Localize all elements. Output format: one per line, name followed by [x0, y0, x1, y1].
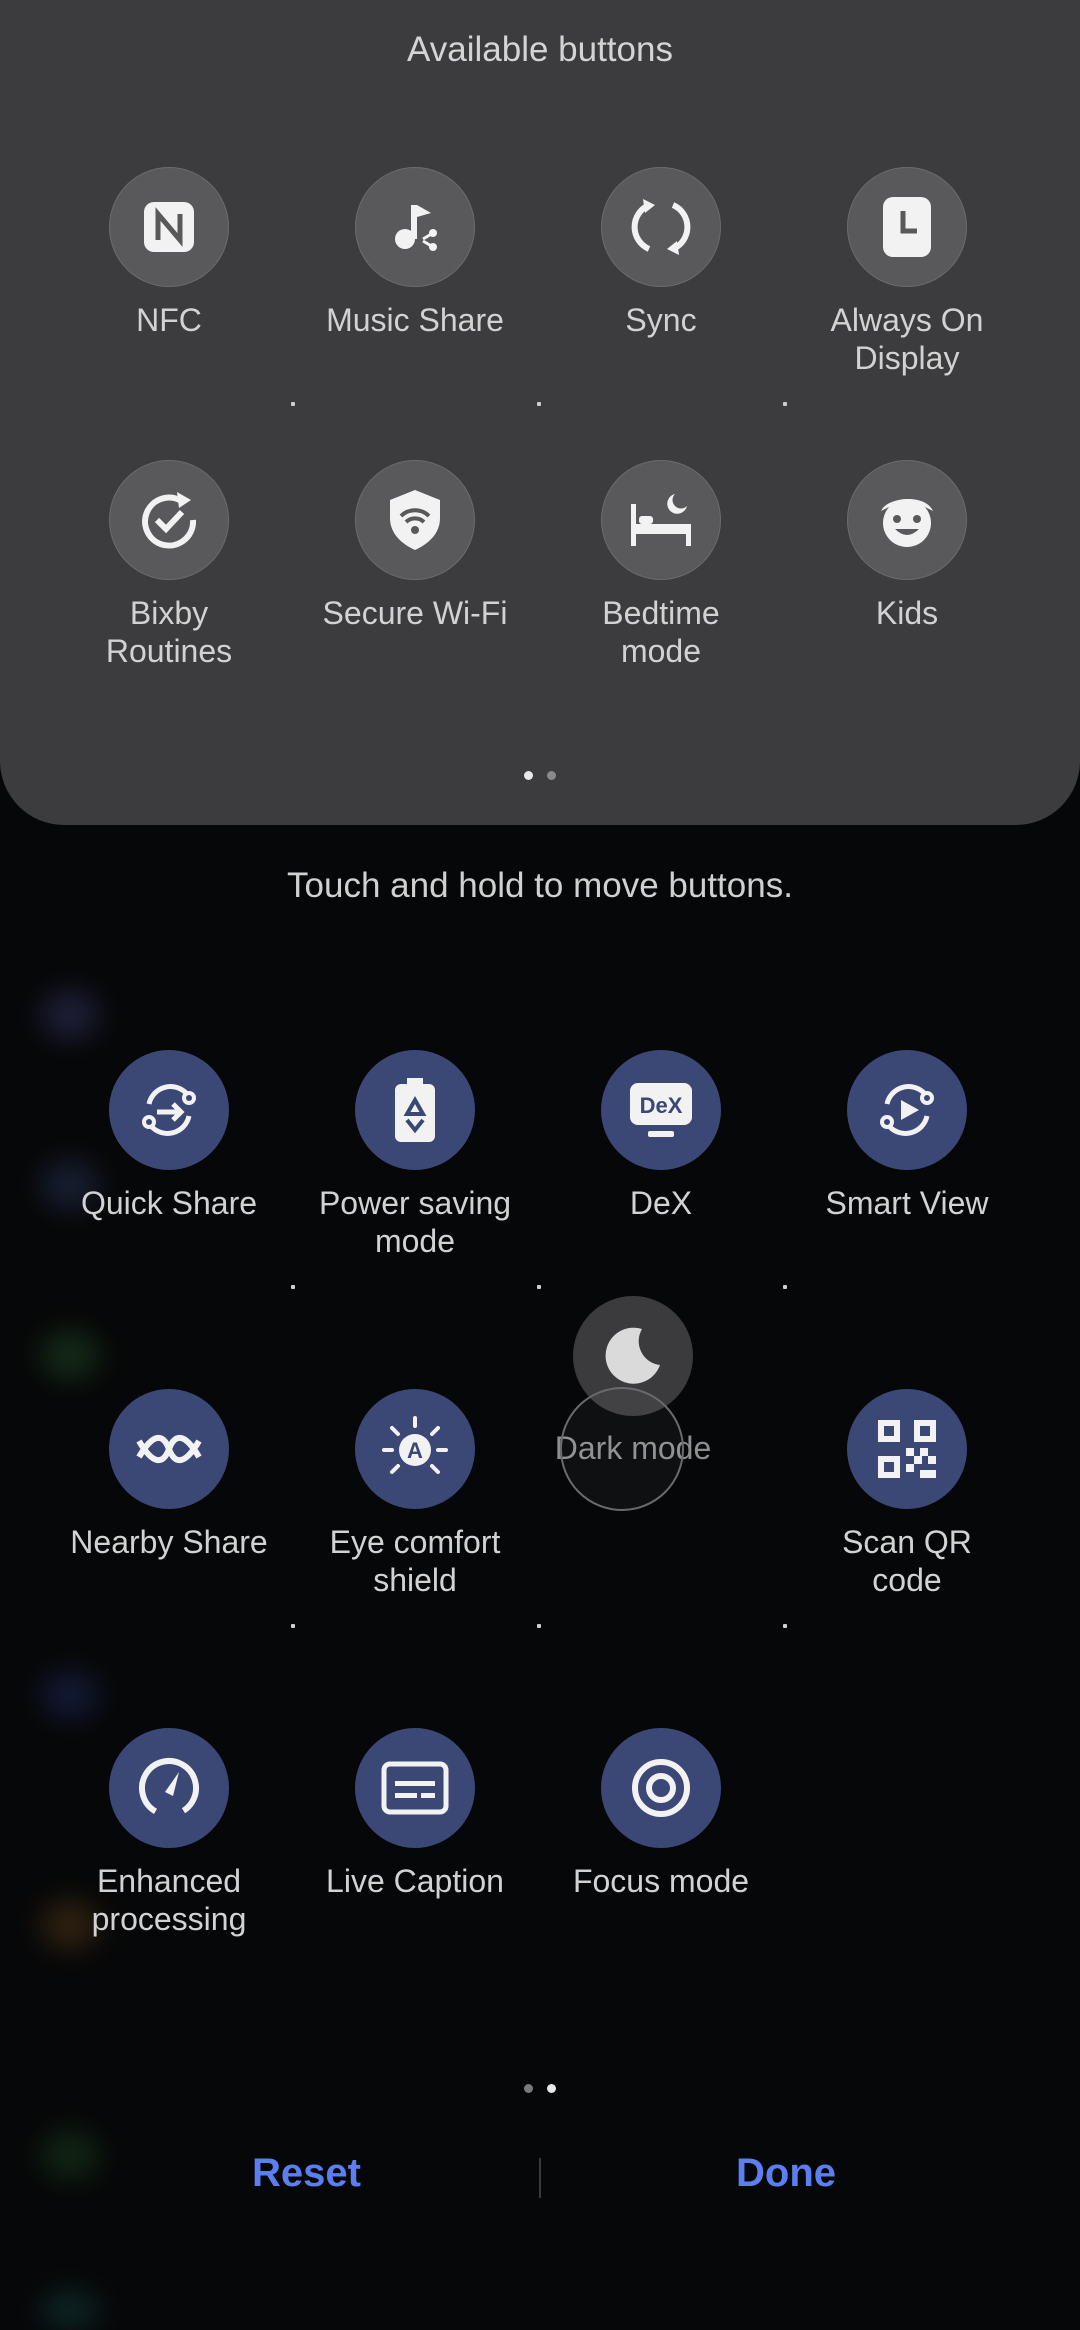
grid-separator — [537, 402, 541, 406]
dex-button[interactable]: DeX DeX — [538, 1050, 784, 1222]
live-caption-button[interactable]: Live Caption — [292, 1728, 538, 1900]
touch-indicator — [560, 1387, 684, 1511]
reset-button[interactable]: Reset — [246, 2150, 367, 2197]
sync-icon — [601, 167, 721, 287]
music-share-icon — [355, 167, 475, 287]
caption-icon — [355, 1728, 475, 1848]
eye-comfort-shield-button[interactable]: A Eye comfort shield — [292, 1389, 538, 1599]
button-label: Quick Share — [80, 1185, 258, 1221]
qr-code-icon — [847, 1389, 967, 1509]
grid-separator — [537, 1624, 541, 1628]
button-label: Scan QR code — [842, 1524, 972, 1598]
button-label: Kids — [875, 595, 939, 631]
nfc-icon — [109, 167, 229, 287]
sync-button[interactable]: Sync — [538, 167, 784, 339]
page-dot — [547, 771, 556, 780]
focus-mode-button[interactable]: Focus mode — [538, 1728, 784, 1900]
secure-wifi-icon — [355, 460, 475, 580]
battery-icon — [355, 1050, 475, 1170]
button-label: Bixby Routines — [105, 595, 233, 669]
page-dot — [524, 2084, 533, 2093]
kids-icon — [847, 460, 967, 580]
smart-view-icon — [847, 1050, 967, 1170]
page-dot-active — [524, 771, 533, 780]
bed-icon — [601, 460, 721, 580]
grid-separator — [291, 1285, 295, 1289]
button-label: Bedtime mode — [602, 595, 720, 669]
button-label: Sync — [625, 302, 697, 338]
available-buttons-panel: Available buttons NFC Music Share Sync A… — [0, 0, 1080, 825]
button-label: Nearby Share — [70, 1524, 268, 1560]
panel-page-indicator — [0, 771, 1080, 780]
button-label: Smart View — [825, 1185, 989, 1221]
quick-share-button[interactable]: Quick Share — [46, 1050, 292, 1222]
bedtime-mode-button[interactable]: Bedtime mode — [538, 460, 784, 670]
eye-comfort-icon: A — [355, 1389, 475, 1509]
power-saving-mode-button[interactable]: Power saving mode — [292, 1050, 538, 1260]
focus-icon — [601, 1728, 721, 1848]
dex-icon: DeX — [601, 1050, 721, 1170]
active-page-indicator — [0, 2084, 1080, 2093]
footer-divider — [539, 2158, 541, 2198]
button-label: Music Share — [326, 302, 504, 338]
button-label: Enhanced processing — [91, 1863, 247, 1937]
button-label: Secure Wi-Fi — [322, 595, 508, 631]
button-label: Power saving mode — [318, 1185, 512, 1259]
gauge-icon — [109, 1728, 229, 1848]
nearby-share-button[interactable]: Nearby Share — [46, 1389, 292, 1561]
music-share-button[interactable]: Music Share — [292, 167, 538, 339]
nearby-share-icon — [109, 1389, 229, 1509]
always-on-display-button[interactable]: Always On Display — [784, 167, 1030, 377]
grid-separator — [291, 402, 295, 406]
panel-title: Available buttons — [407, 30, 673, 69]
scan-qr-code-button[interactable]: Scan QR code — [784, 1389, 1030, 1599]
button-label: NFC — [136, 302, 202, 338]
svg-text:A: A — [407, 1438, 423, 1463]
button-label: DeX — [629, 1185, 693, 1221]
grid-separator — [783, 402, 787, 406]
nfc-button[interactable]: NFC — [46, 167, 292, 339]
grid-separator — [537, 1285, 541, 1289]
button-label: Focus mode — [572, 1863, 750, 1899]
instruction-text: Touch and hold to move buttons. — [287, 866, 793, 905]
bixby-routines-button[interactable]: Bixby Routines — [46, 460, 292, 670]
secure-wifi-button[interactable]: Secure Wi-Fi — [292, 460, 538, 632]
button-label: Eye comfort shield — [329, 1524, 501, 1598]
kids-button[interactable]: Kids — [784, 460, 1030, 632]
bixby-routines-icon — [109, 460, 229, 580]
page-dot-active — [547, 2084, 556, 2093]
button-label: Always On Display — [830, 302, 984, 376]
quick-share-icon — [109, 1050, 229, 1170]
grid-separator — [291, 1624, 295, 1628]
clock-icon — [847, 167, 967, 287]
grid-separator — [783, 1285, 787, 1289]
enhanced-processing-button[interactable]: Enhanced processing — [46, 1728, 292, 1938]
button-label: Live Caption — [326, 1863, 504, 1899]
grid-separator — [783, 1624, 787, 1628]
done-button[interactable]: Done — [730, 2150, 842, 2197]
smart-view-button[interactable]: Smart View — [784, 1050, 1030, 1222]
svg-text:DeX: DeX — [640, 1093, 683, 1118]
